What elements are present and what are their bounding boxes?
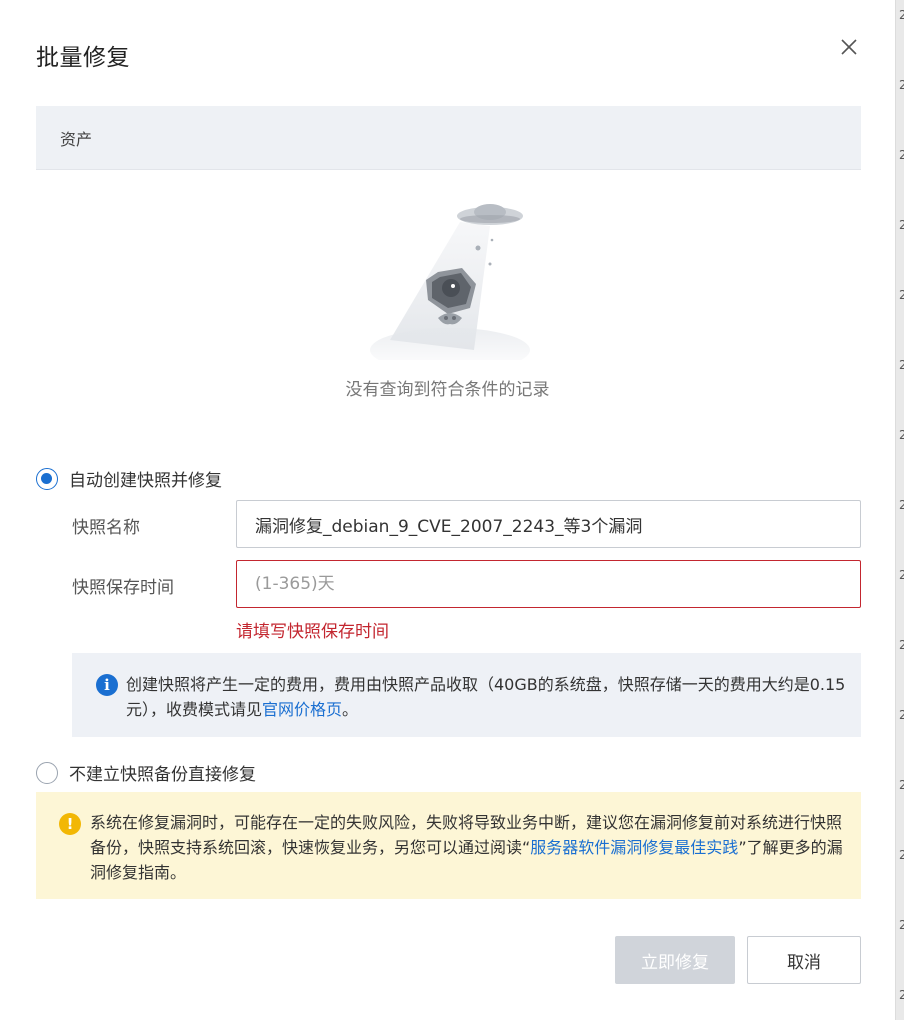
asset-table-header: 资产 bbox=[36, 106, 861, 170]
radio-no-snapshot[interactable]: 不建立快照备份直接修复 bbox=[36, 760, 256, 785]
empty-state-text: 没有查询到符合条件的记录 bbox=[345, 380, 550, 400]
info-text-end: 。 bbox=[342, 700, 359, 719]
snapshot-retention-input[interactable] bbox=[236, 560, 861, 608]
pricing-page-link[interactable]: 官网价格页 bbox=[262, 700, 342, 719]
best-practice-link[interactable]: 服务器软件漏洞修复最佳实践 bbox=[530, 838, 738, 857]
radio-button-checked[interactable] bbox=[36, 467, 58, 490]
retention-error-message: 请填写快照保存时间 bbox=[236, 622, 389, 642]
dialog-title: 批量修复 bbox=[36, 45, 130, 71]
snapshot-retention-label: 快照保存时间 bbox=[72, 578, 174, 598]
snapshot-cost-notice-text: 创建快照将产生一定的费用，费用由快照产品收取（40GB的系统盘，快照存储一天的费… bbox=[126, 672, 846, 722]
empty-state-ufo-illustration bbox=[362, 200, 542, 372]
batch-repair-dialog: 批量修复 资产 没有查询到符合条件的记录 自动创建快照并修复 快照名称 漏洞修复… bbox=[0, 0, 895, 1020]
snapshot-name-input[interactable] bbox=[236, 500, 861, 548]
radio-no-snapshot-label[interactable]: 不建立快照备份直接修复 bbox=[69, 760, 256, 785]
info-text-body: 创建快照将产生一定的费用，费用由快照产品收取（40GB的系统盘，快照存储一天的费… bbox=[126, 675, 846, 719]
repair-risk-warning: ! 系统在修复漏洞时，可能存在一定的失败风险，失败将导致业务中断，建议您在漏洞修… bbox=[36, 792, 861, 899]
repair-risk-warning-text: 系统在修复漏洞时，可能存在一定的失败风险，失败将导致业务中断，建议您在漏洞修复前… bbox=[90, 810, 845, 885]
cancel-button[interactable]: 取消 bbox=[747, 936, 861, 984]
snapshot-name-label: 快照名称 bbox=[72, 518, 140, 538]
radio-auto-snapshot-label[interactable]: 自动创建快照并修复 bbox=[69, 466, 222, 491]
warning-icon: ! bbox=[59, 813, 81, 835]
radio-button-unchecked[interactable] bbox=[36, 761, 58, 784]
close-icon[interactable] bbox=[836, 34, 862, 60]
repair-now-button[interactable]: 立即修复 bbox=[615, 936, 735, 984]
snapshot-cost-notice: i 创建快照将产生一定的费用，费用由快照产品收取（40GB的系统盘，快照存储一天… bbox=[72, 653, 861, 737]
background-page-edge: 2 2 2 2 2 2 2 2 2 2 2 2 2 2 2 bbox=[895, 0, 904, 1020]
radio-auto-snapshot[interactable]: 自动创建快照并修复 bbox=[36, 466, 222, 491]
column-header-asset: 资产 bbox=[60, 130, 93, 149]
info-icon: i bbox=[96, 674, 118, 696]
